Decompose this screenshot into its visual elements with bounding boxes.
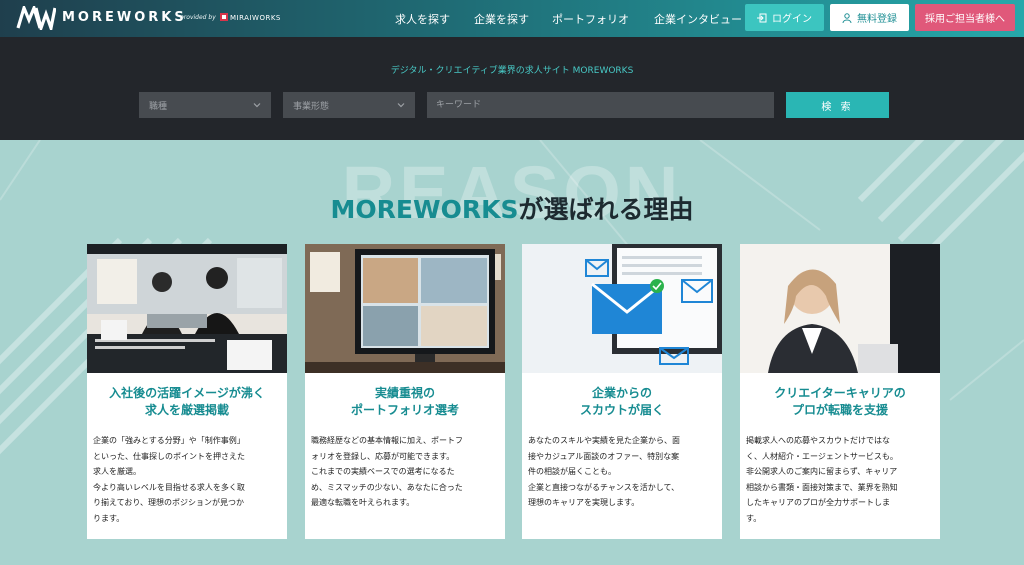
card-body-line: 接やカジュアル面談のオファー、特別な案 <box>528 451 680 461</box>
card-image-interview <box>740 244 940 373</box>
card-body-line: 最適な転職を叶えられます。 <box>311 498 415 508</box>
login-button[interactable]: ログイン <box>745 4 824 31</box>
employer-label: 採用ご担当者様へ <box>925 14 1005 25</box>
user-icon <box>842 12 852 23</box>
card-body-line: あなたのスキルや実績を見た企業から、面 <box>528 436 680 445</box>
card-body-line: 掲載求人への応募やスカウトだけではな <box>746 436 890 445</box>
nav-find-companies[interactable]: 企業を探す <box>474 11 529 27</box>
card-body-line: 企業の「強みとする分野」や「制作事例」 <box>93 436 245 445</box>
reason-card-career-support: クリエイターキャリアの プロが転職を支援 掲載求人への応募やスカウトだけではな … <box>740 244 940 539</box>
card-body-line: 求人を厳選。 <box>93 467 141 477</box>
office-photo-icon <box>87 244 287 373</box>
card-title: 入社後の活躍イメージが沸く 求人を厳選掲載 <box>91 385 283 419</box>
card-image-monitor <box>305 244 505 373</box>
reason-card-scout: 企業からの スカウトが届く あなたのスキルや実績を見た企業から、面 接やカジュア… <box>522 244 722 539</box>
login-icon <box>757 13 767 22</box>
nav-portfolio[interactable]: ポートフォリオ <box>552 11 629 27</box>
card-title-line-2: スカウトが届く <box>579 403 664 417</box>
monitor-photo-icon <box>305 244 505 373</box>
card-title-line-1: クリエイターキャリアの <box>774 386 906 400</box>
card-body: 掲載求人への応募やスカウトだけではな く、人材紹介・エージェントサービスも。 非… <box>746 433 936 527</box>
provided-by-label: provided by <box>180 14 216 21</box>
reason-card-portfolio: 実績重視の ポートフォリオ選考 職務経歴などの基本情報に加え、ポートフ ォリオを… <box>305 244 505 539</box>
section-title-text: が選ばれる理由 <box>518 195 694 224</box>
card-body-line: 理想のキャリアを実現します。 <box>528 498 640 508</box>
business-type-select[interactable]: 事業形態 <box>283 92 415 118</box>
nav-find-jobs[interactable]: 求人を探す <box>395 11 450 27</box>
employer-button[interactable]: 採用ご担当者様へ <box>915 4 1015 31</box>
card-title-line-1: 実績重視の <box>374 386 435 400</box>
job-type-placeholder: 職種 <box>149 101 168 112</box>
card-body-line: 相談から書類・面接対策まで、業界を熟知 <box>746 482 898 492</box>
card-body-line: ります。 <box>93 513 125 523</box>
card-title-line-2: ポートフォリオ選考 <box>350 403 459 417</box>
card-title-line-1: 入社後の活躍イメージが沸く <box>109 386 265 400</box>
card-body-line: 件の相談が届くことも。 <box>528 467 616 477</box>
card-body-line: り揃えており、理想のポジションが見つか <box>93 498 245 508</box>
card-image-office <box>87 244 287 373</box>
card-body-line: 今より高いレベルを目指せる求人を多く取 <box>93 482 245 492</box>
moreworks-logo-icon[interactable] <box>16 6 56 30</box>
site-header: MOREWORKS provided by MIRAIWORKS 求人を探す 企… <box>0 0 1024 37</box>
card-title: 実績重視の ポートフォリオ選考 <box>309 385 501 419</box>
card-body-line: これまでの実績ベースでの選考になるた <box>311 467 455 477</box>
miraiworks-mark-icon <box>220 13 228 21</box>
card-title-line-2: プロが転職を支援 <box>791 403 888 417</box>
card-body: 職務経歴などの基本情報に加え、ポートフ ォリオを登録し、応募が可能できます。 こ… <box>311 433 501 511</box>
card-body-line: といった、仕事探しのポイントを押さえた <box>93 451 245 461</box>
card-body-line: 企業と直接つながるチャンスを活かして、 <box>528 482 680 492</box>
card-title-line-2: 求人を厳選掲載 <box>144 403 229 417</box>
card-title: 企業からの スカウトが届く <box>526 385 718 419</box>
company-name: MIRAIWORKS <box>230 14 281 22</box>
reason-card-job-selection: 入社後の活躍イメージが沸く 求人を厳選掲載 企業の「強みとする分野」や「制作事例… <box>87 244 287 539</box>
keyword-input[interactable] <box>427 92 774 118</box>
card-body-line: め、ミスマッチの少ない、あなたに合った <box>311 482 463 492</box>
interview-photo-icon <box>740 244 940 373</box>
section-title-accent: MOREWORKS <box>330 195 519 224</box>
nav-company-interview[interactable]: 企業インタビュー <box>654 11 742 27</box>
login-label: ログイン <box>772 14 812 25</box>
job-type-select[interactable]: 職種 <box>139 92 271 118</box>
site-tagline: デジタル・クリエイティブ業界の求人サイト MOREWORKS <box>390 66 634 76</box>
card-title-line-1: 企業からの <box>591 386 652 400</box>
business-type-placeholder: 事業形態 <box>293 101 330 112</box>
card-body-line: ォリオを登録し、応募が可能できます。 <box>311 451 455 461</box>
card-body-line: したキャリアのプロが全力サポートしま <box>746 498 890 508</box>
search-section: デジタル・クリエイティブ業界の求人サイト MOREWORKS 職種 事業形態 検… <box>0 37 1024 140</box>
search-button[interactable]: 検 索 <box>786 92 889 118</box>
card-body-line: く、人材紹介・エージェントサービスも。 <box>746 451 898 461</box>
card-title: クリエイターキャリアの プロが転職を支援 <box>744 385 936 419</box>
section-title: MOREWORKSが選ばれる理由 <box>0 190 1024 226</box>
card-body: 企業の「強みとする分野」や「制作事例」 といった、仕事探しのポイントを押さえた … <box>93 433 283 527</box>
register-button[interactable]: 無料登録 <box>830 4 909 31</box>
card-body: あなたのスキルや実績を見た企業から、面 接やカジュアル面談のオファー、特別な案 … <box>528 433 718 511</box>
brand-name[interactable]: MOREWORKS <box>62 10 187 25</box>
register-label: 無料登録 <box>857 14 897 25</box>
email-screen-icon <box>522 244 722 373</box>
chevron-down-icon <box>397 103 405 108</box>
card-image-email <box>522 244 722 373</box>
card-body-line: 非公開求人のご案内に留まらず、キャリア <box>746 467 898 477</box>
card-body-line: 職務経歴などの基本情報に加え、ポートフ <box>311 436 463 445</box>
card-body-line: す。 <box>746 513 762 523</box>
chevron-down-icon <box>253 103 261 108</box>
